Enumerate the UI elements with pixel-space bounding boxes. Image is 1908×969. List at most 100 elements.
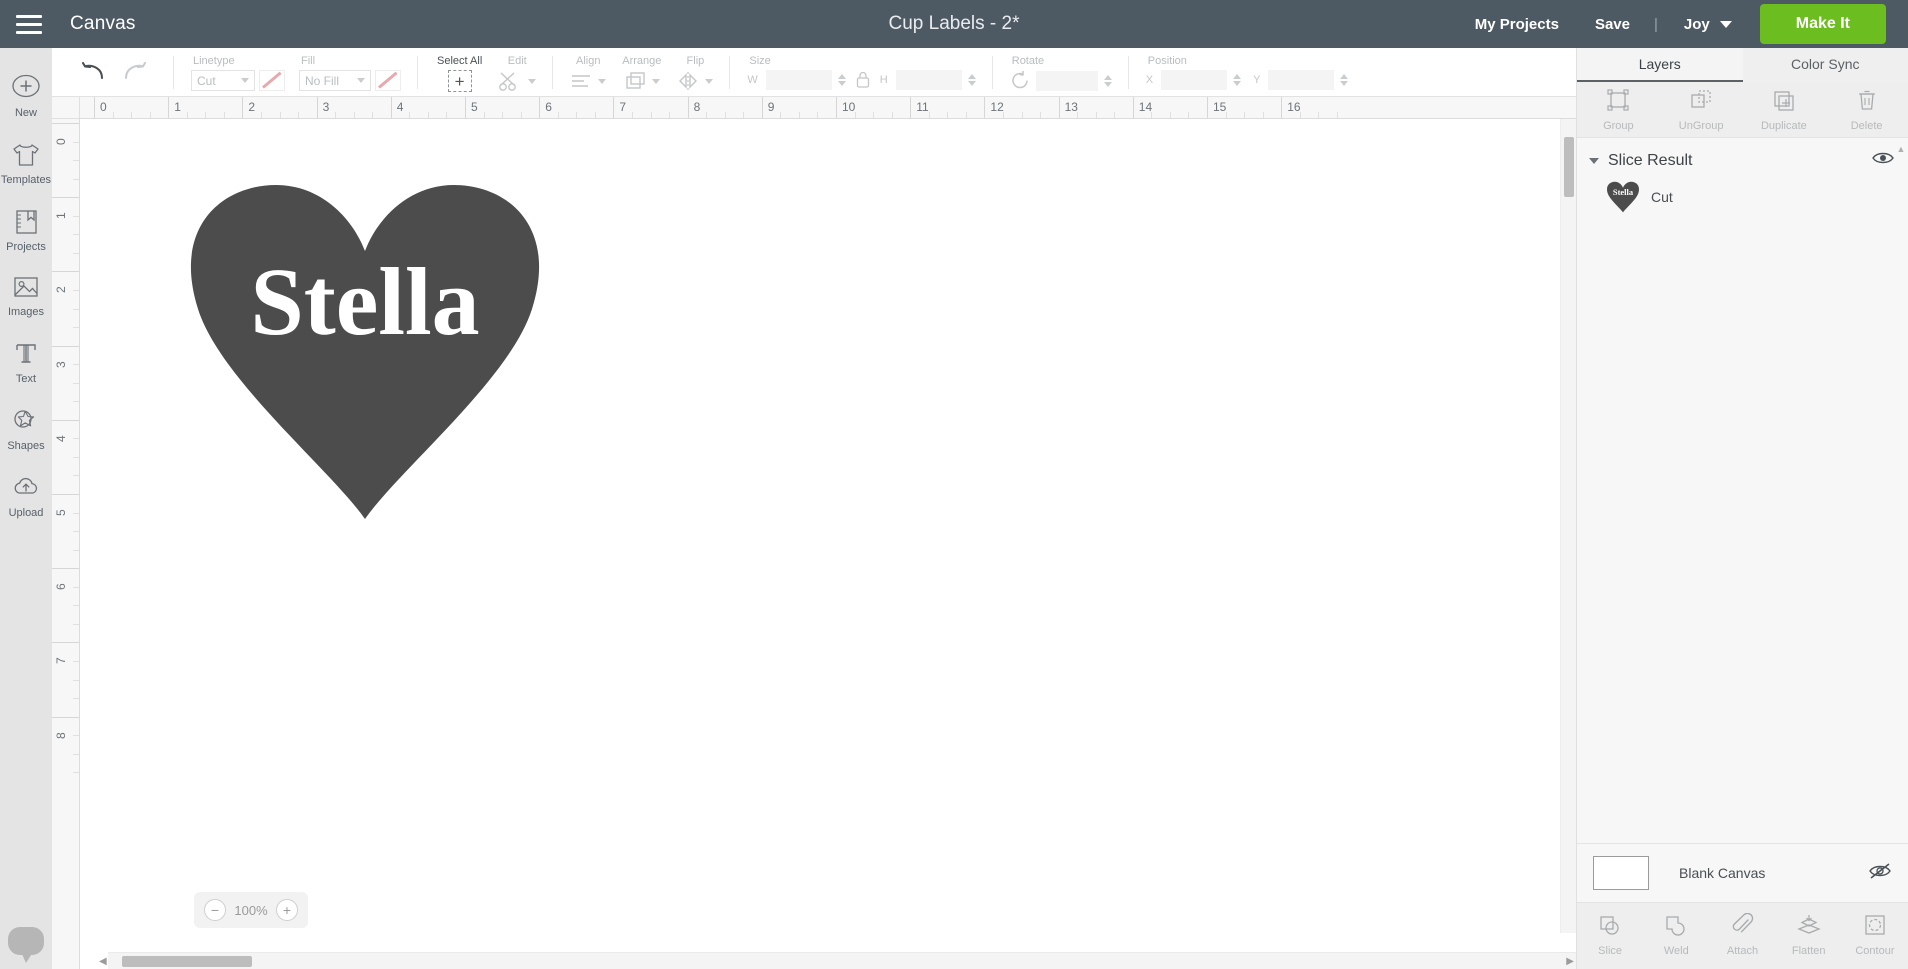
- arrange-cell[interactable]: Arrange: [613, 48, 670, 92]
- ruler-label: 8: [54, 731, 68, 739]
- slice-button[interactable]: Slice: [1577, 913, 1643, 957]
- ruler-minor-tick: [1040, 112, 1042, 118]
- edit-cell[interactable]: Edit: [491, 48, 543, 92]
- ruler-minor-tick: [73, 456, 79, 458]
- delete-button[interactable]: Delete: [1825, 88, 1908, 132]
- select-all-icon[interactable]: +: [447, 70, 472, 92]
- save-button[interactable]: Save: [1577, 16, 1648, 33]
- height-stepper[interactable]: [967, 74, 976, 86]
- linetype-select[interactable]: Cut: [191, 70, 255, 91]
- hamburger-menu-icon[interactable]: [0, 0, 58, 48]
- group-button[interactable]: Group: [1577, 88, 1660, 132]
- scroll-right-arrow-icon[interactable]: ▶: [1566, 956, 1574, 967]
- edit-scissors-icon[interactable]: [498, 70, 524, 92]
- align-icon[interactable]: [570, 70, 594, 92]
- fill-swatch-icon[interactable]: [375, 70, 402, 91]
- ruler-tick: [465, 97, 466, 118]
- position-y-stepper[interactable]: [1340, 74, 1349, 86]
- ruler-minor-tick: [112, 112, 114, 118]
- arrange-icon[interactable]: [624, 70, 648, 92]
- ruler-minor-tick: [446, 112, 448, 118]
- sidebar-item-images[interactable]: Images: [0, 263, 52, 328]
- eye-icon[interactable]: [1872, 150, 1894, 171]
- canvas-layer-row[interactable]: Blank Canvas: [1577, 843, 1908, 902]
- ungroup-button[interactable]: UnGroup: [1660, 88, 1743, 132]
- rotate-icon[interactable]: [1010, 70, 1032, 91]
- align-cell[interactable]: Align: [563, 48, 613, 92]
- width-label: W: [747, 74, 758, 86]
- slice-icon: [1600, 916, 1619, 935]
- undo-arrow-icon[interactable]: [80, 60, 108, 82]
- make-it-button[interactable]: Make It: [1759, 4, 1886, 44]
- layer-group-slice-result[interactable]: Slice Result: [1577, 138, 1908, 175]
- canvas-color-swatch[interactable]: [1593, 856, 1649, 890]
- scroll-left-arrow-icon[interactable]: ◀: [99, 956, 107, 967]
- tab-layers[interactable]: Layers: [1577, 48, 1743, 82]
- heart-stella-shape[interactable]: Stella: [180, 179, 550, 524]
- zoom-in-button[interactable]: +: [276, 899, 298, 921]
- toolbar-separator: |: [1653, 15, 1658, 33]
- zoom-out-button[interactable]: −: [204, 899, 226, 921]
- sidebar-item-projects[interactable]: Projects: [0, 196, 52, 263]
- sidebar-item-shapes[interactable]: Shapes: [0, 395, 52, 462]
- canvas-layer-name: Blank Canvas: [1679, 865, 1766, 881]
- horizontal-scroll-thumb[interactable]: [122, 956, 252, 967]
- position-y-input[interactable]: [1268, 70, 1335, 90]
- tab-color-sync[interactable]: Color Sync: [1743, 48, 1908, 82]
- ruler-label: 1: [174, 100, 181, 114]
- history-group: [52, 48, 174, 97]
- ruler-minor-tick: [1262, 112, 1264, 118]
- sidebar-item-new[interactable]: New: [0, 60, 52, 129]
- position-x-input[interactable]: [1161, 70, 1228, 90]
- panel-scrollbar[interactable]: ▲: [1896, 144, 1906, 804]
- my-projects-link[interactable]: My Projects: [1457, 16, 1577, 33]
- height-input[interactable]: [895, 70, 962, 90]
- sidebar-item-text[interactable]: Text: [0, 328, 52, 395]
- caret-down-icon[interactable]: [1589, 157, 1599, 164]
- flatten-button[interactable]: Flatten: [1776, 913, 1842, 957]
- ruler-label: 3: [322, 100, 330, 114]
- chevron-down-icon: [705, 78, 714, 84]
- lock-icon[interactable]: [854, 70, 872, 90]
- panel-scroll-up-arrow-icon[interactable]: ▲: [1896, 144, 1906, 154]
- contour-button[interactable]: Contour: [1842, 913, 1908, 957]
- eye-slash-icon[interactable]: [1868, 862, 1892, 885]
- ruler-tick: [52, 345, 79, 347]
- ruler-label: 4: [396, 100, 404, 114]
- select-all-cell[interactable]: Select All +: [428, 48, 491, 92]
- ruler-minor-tick: [873, 112, 875, 118]
- canvas-vertical-scrollbar[interactable]: [1560, 119, 1576, 933]
- ruler-label: 7: [619, 100, 627, 114]
- width-input[interactable]: [765, 70, 832, 90]
- ruler-tick: [52, 123, 79, 124]
- rotate-input[interactable]: [1035, 70, 1098, 91]
- sidebar-item-upload[interactable]: Upload: [0, 462, 52, 529]
- canvas-artwork-heart[interactable]: Stella: [180, 179, 550, 524]
- canvas-horizontal-scrollbar[interactable]: ◀ ▶: [99, 952, 1576, 969]
- ruler-tick: [1132, 97, 1134, 118]
- chevron-down-icon: [241, 78, 249, 83]
- fill-select[interactable]: No Fill: [299, 70, 372, 91]
- redo-arrow-icon[interactable]: [120, 60, 148, 82]
- layer-row-cut[interactable]: Stella Cut: [1577, 175, 1908, 219]
- machine-selector[interactable]: Joy: [1664, 16, 1738, 33]
- flip-cell[interactable]: Flip: [670, 48, 720, 92]
- width-stepper[interactable]: [837, 74, 846, 86]
- size-label: Size: [749, 55, 771, 67]
- flip-icon[interactable]: [677, 70, 701, 92]
- weld-button[interactable]: Weld: [1643, 913, 1709, 957]
- vertical-scroll-thumb[interactable]: [1564, 137, 1574, 197]
- linetype-swatch-icon[interactable]: [259, 70, 285, 91]
- rotate-stepper[interactable]: [1103, 74, 1112, 87]
- zoom-control: − 100% +: [194, 892, 308, 928]
- ruler-label: 6: [54, 583, 68, 591]
- design-canvas[interactable]: Stella − 100% +: [80, 119, 1576, 950]
- attach-button[interactable]: Attach: [1709, 912, 1775, 957]
- ruler-label: 8: [693, 100, 701, 114]
- position-group: Position X Y: [1129, 48, 1366, 97]
- ruler-minor-tick: [149, 112, 151, 118]
- sidebar-item-templates[interactable]: Templates: [0, 129, 52, 196]
- chat-bubble-icon[interactable]: [8, 927, 44, 963]
- position-x-stepper[interactable]: [1233, 74, 1242, 86]
- duplicate-button[interactable]: Duplicate: [1743, 88, 1826, 132]
